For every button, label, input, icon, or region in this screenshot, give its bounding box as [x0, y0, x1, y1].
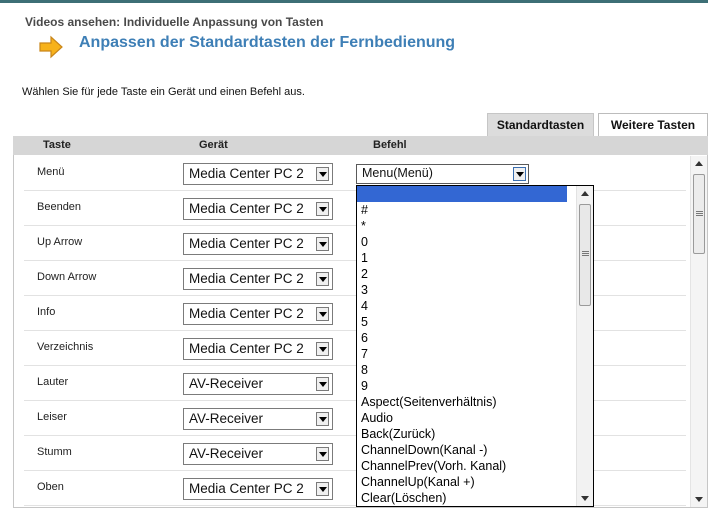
chevron-down-icon[interactable]: [513, 167, 526, 181]
device-select-value: Media Center PC 2: [189, 271, 304, 286]
column-header-geraet: Gerät: [199, 139, 228, 151]
dropdown-scrollbar[interactable]: [576, 186, 593, 506]
device-select[interactable]: Media Center PC 2: [183, 338, 333, 360]
tab-weitere-tasten[interactable]: Weitere Tasten: [598, 113, 708, 136]
dropdown-option[interactable]: 5: [357, 314, 567, 330]
button-label: Oben: [37, 481, 64, 493]
chevron-down-icon[interactable]: [316, 202, 329, 216]
button-label: Stumm: [37, 446, 72, 458]
button-label: Lauter: [37, 376, 69, 388]
breadcrumb: Videos ansehen: Individuelle Anpassung v…: [25, 15, 324, 29]
device-select-value: Media Center PC 2: [189, 341, 304, 356]
dropdown-option[interactable]: 4: [357, 298, 567, 314]
scroll-up-icon[interactable]: [695, 161, 703, 166]
chevron-down-icon[interactable]: [316, 447, 329, 461]
device-select[interactable]: Media Center PC 2: [183, 163, 333, 185]
device-select[interactable]: Media Center PC 2: [183, 198, 333, 220]
device-select-value: Media Center PC 2: [189, 306, 304, 321]
chevron-down-icon[interactable]: [316, 237, 329, 251]
dropdown-option[interactable]: Clear(Löschen): [357, 490, 567, 506]
chevron-down-icon[interactable]: [316, 272, 329, 286]
button-label: Menü: [37, 166, 65, 178]
chevron-down-icon[interactable]: [316, 307, 329, 321]
device-select-value: AV-Receiver: [189, 411, 264, 426]
instruction-text: Wählen Sie für jede Taste ein Gerät und …: [22, 86, 305, 98]
device-select-value: AV-Receiver: [189, 446, 264, 461]
table-header: Taste Gerät Befehl: [13, 136, 708, 155]
device-select[interactable]: AV-Receiver: [183, 443, 333, 465]
button-label: Up Arrow: [37, 236, 83, 248]
dropdown-option[interactable]: Audio: [357, 410, 567, 426]
device-select-value: Media Center PC 2: [189, 166, 304, 181]
device-select-value: Media Center PC 2: [189, 236, 304, 251]
device-select-value: Media Center PC 2: [189, 201, 304, 216]
device-select[interactable]: Media Center PC 2: [183, 303, 333, 325]
panel-scroll-thumb[interactable]: [693, 174, 705, 254]
command-select-value: Menu(Menü): [362, 166, 433, 180]
dropdown-scroll-thumb[interactable]: [579, 204, 591, 306]
dropdown-option[interactable]: ChannelUp(Kanal +): [357, 474, 567, 490]
page-title: Anpassen der Standardtasten der Fernbedi…: [79, 34, 456, 51]
arrow-right-icon: [39, 35, 63, 59]
dropdown-option[interactable]: *: [357, 218, 567, 234]
device-select-value: AV-Receiver: [189, 376, 264, 391]
device-select-value: Media Center PC 2: [189, 481, 304, 496]
top-border: [0, 0, 708, 3]
dropdown-option[interactable]: Aspect(Seitenverhältnis): [357, 394, 567, 410]
chevron-down-icon[interactable]: [316, 482, 329, 496]
button-label: Down Arrow: [37, 271, 97, 283]
device-select[interactable]: AV-Receiver: [183, 373, 333, 395]
dropdown-option[interactable]: 1: [357, 250, 567, 266]
dropdown-option[interactable]: 0: [357, 234, 567, 250]
dropdown-option[interactable]: 9: [357, 378, 567, 394]
dropdown-option[interactable]: 7: [357, 346, 567, 362]
column-header-befehl: Befehl: [373, 139, 407, 151]
chevron-down-icon[interactable]: [316, 377, 329, 391]
button-label: Info: [37, 306, 56, 318]
dropdown-option[interactable]: 6: [357, 330, 567, 346]
column-header-taste: Taste: [43, 139, 71, 151]
chevron-down-icon[interactable]: [316, 167, 329, 181]
button-label: Verzeichnis: [37, 341, 94, 353]
button-label: Leiser: [37, 411, 67, 423]
button-label: Beenden: [37, 201, 82, 213]
panel-scrollbar[interactable]: [690, 156, 707, 507]
command-dropdown-list[interactable]: # * 0 1 2 3 4 5 6 7 8 9 Aspect(Seitenverhältnis) Audi…: [356, 185, 594, 507]
device-select[interactable]: Media Center PC 2: [183, 233, 333, 255]
dropdown-option[interactable]: ChannelDown(Kanal -): [357, 442, 567, 458]
device-select[interactable]: Media Center PC 2: [183, 478, 333, 500]
command-select[interactable]: Menu(Menü): [356, 164, 529, 184]
tab-standardtasten[interactable]: Standardtasten: [487, 113, 594, 136]
dropdown-option[interactable]: 3: [357, 282, 567, 298]
device-select[interactable]: AV-Receiver: [183, 408, 333, 430]
scroll-up-icon[interactable]: [581, 191, 589, 196]
dropdown-option[interactable]: #: [357, 202, 567, 218]
dropdown-option[interactable]: Back(Zurück): [357, 426, 567, 442]
chevron-down-icon[interactable]: [316, 342, 329, 356]
dropdown-option[interactable]: 8: [357, 362, 567, 378]
chevron-down-icon[interactable]: [316, 412, 329, 426]
device-select[interactable]: Media Center PC 2: [183, 268, 333, 290]
scroll-down-icon[interactable]: [581, 496, 589, 501]
dropdown-option[interactable]: [357, 186, 567, 202]
dropdown-option[interactable]: 2: [357, 266, 567, 282]
dropdown-option[interactable]: ChannelPrev(Vorh. Kanal): [357, 458, 567, 474]
scroll-down-icon[interactable]: [695, 497, 703, 502]
